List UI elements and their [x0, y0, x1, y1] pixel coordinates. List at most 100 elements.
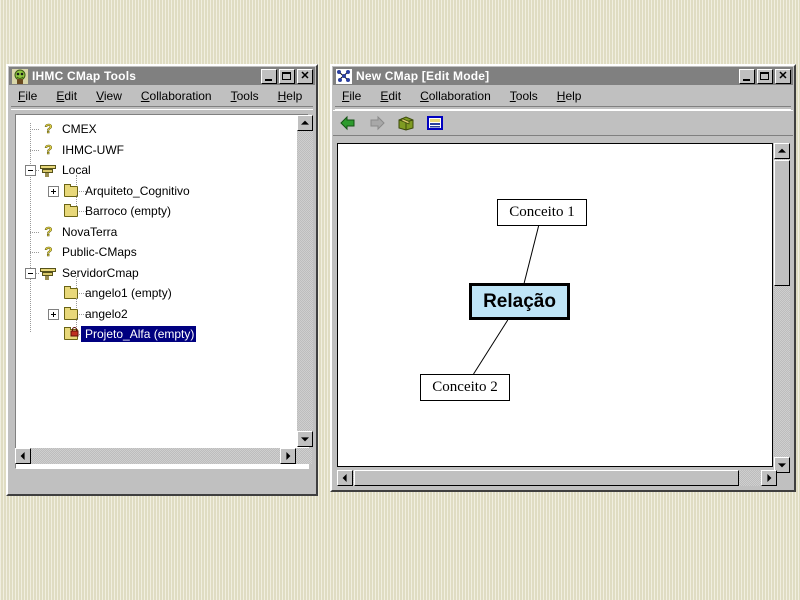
- left-tree-panel: ? CMEX? IHMC-UWF Local Arquiteto_Cognitivo Ba…: [15, 114, 309, 469]
- tree-item-label: Public-CMaps: [62, 245, 137, 259]
- ihmc-brain-icon: [12, 68, 28, 84]
- tree-horizontal-scrollbar[interactable]: [15, 448, 312, 464]
- left-window-inner: IHMC CMap Tools ✕ File Edit View Collaborat…: [8, 66, 316, 494]
- left-menu-file[interactable]: File: [18, 89, 37, 103]
- tree-connector-line: [30, 231, 39, 233]
- maximize-button[interactable]: [757, 68, 773, 84]
- node-label: Relação: [483, 290, 556, 312]
- maximize-button[interactable]: [279, 68, 295, 84]
- tree-expand-button[interactable]: [48, 308, 59, 320]
- tree-item[interactable]: ? NovaTerra: [40, 222, 117, 242]
- tree-vertical-scrollbar[interactable]: [297, 115, 313, 447]
- new-cmap-window[interactable]: New CMap [Edit Mode] ✕ File Edit Collabora…: [330, 64, 796, 492]
- canvas-vertical-scrollbar[interactable]: [774, 143, 790, 473]
- tree-item-label: angelo2: [85, 306, 128, 321]
- folder-icon: [63, 183, 80, 199]
- left-window-controls: ✕: [261, 68, 313, 84]
- question-place-icon: ?: [44, 223, 53, 239]
- folder-icon: [63, 306, 80, 322]
- tree-connector-line: [30, 129, 39, 130]
- tree-item[interactable]: Projeto_Alfa (empty): [63, 324, 197, 344]
- canvas-hscroll-thumb[interactable]: [354, 470, 739, 486]
- tree-scroll-up-button[interactable]: [297, 115, 313, 131]
- tree-vscroll-track[interactable]: [297, 115, 313, 447]
- back-arrow-icon[interactable]: [339, 114, 357, 132]
- tree-item[interactable]: ? Public-CMaps: [40, 242, 137, 262]
- tree-item[interactable]: ? CMEX: [40, 119, 97, 139]
- tree-expand-button[interactable]: [48, 185, 59, 197]
- left-menu-help[interactable]: Help: [278, 89, 303, 103]
- server-icon: [40, 265, 57, 281]
- minimize-button[interactable]: [261, 68, 277, 84]
- tree-connector-line: [30, 252, 39, 253]
- tree-scroll-right-button[interactable]: [280, 448, 296, 464]
- tree-collapse-button[interactable]: [25, 267, 36, 279]
- tree-item[interactable]: Local: [40, 160, 91, 180]
- left-titlebar[interactable]: IHMC CMap Tools ✕: [9, 67, 315, 85]
- question-place-icon: ?: [44, 121, 53, 137]
- left-menu-edit[interactable]: Edit: [56, 89, 77, 103]
- folder-locked-icon: [63, 326, 80, 342]
- right-menu-file[interactable]: File: [342, 89, 361, 103]
- close-button[interactable]: ✕: [297, 68, 313, 84]
- left-window-title: IHMC CMap Tools: [32, 69, 137, 83]
- left-menu-tools[interactable]: Tools: [231, 89, 259, 103]
- forward-arrow-icon: [368, 114, 386, 132]
- tree-item[interactable]: ? IHMC-UWF: [40, 140, 124, 160]
- tree-item-label: CMEX: [62, 122, 97, 136]
- linking-phrase-node[interactable]: Relação: [469, 283, 570, 320]
- folder-icon: [63, 203, 80, 219]
- tree-item-label: angelo1 (empty): [85, 286, 172, 300]
- cmap-toolbar[interactable]: [333, 110, 793, 136]
- right-menu-collaboration[interactable]: Collaboration: [420, 89, 491, 103]
- question-place-icon: ?: [44, 244, 53, 260]
- cmap-canvas[interactable]: Conceito 1 Relação Conceito 2: [337, 143, 773, 467]
- concept-node[interactable]: Conceito 2: [420, 374, 510, 401]
- tree-connector-line: [30, 149, 39, 151]
- canvas-scroll-left-button[interactable]: [337, 470, 353, 486]
- canvas-vscroll-thumb[interactable]: [774, 160, 790, 286]
- node-label: Conceito 2: [432, 379, 498, 395]
- tree-collapse-button[interactable]: [25, 165, 36, 176]
- minimize-button[interactable]: [739, 68, 755, 84]
- left-menu-collaboration[interactable]: Collaboration: [141, 89, 212, 103]
- canvas-scroll-up-button[interactable]: [774, 143, 790, 159]
- right-menubar[interactable]: File Edit Collaboration Tools Help: [333, 85, 793, 106]
- tree-item[interactable]: Barroco (empty): [63, 201, 171, 221]
- tree-item[interactable]: angelo2: [63, 304, 128, 324]
- tree-item[interactable]: angelo1 (empty): [63, 283, 172, 303]
- tree-item-label: IHMC-UWF: [62, 142, 124, 157]
- right-window-controls: ✕: [739, 68, 791, 84]
- package-box-icon[interactable]: [397, 114, 415, 132]
- right-titlebar[interactable]: New CMap [Edit Mode] ✕: [333, 67, 793, 85]
- tree-item-label: Projeto_Alfa (empty): [81, 326, 197, 342]
- cmap-node-layer[interactable]: Conceito 1 Relação Conceito 2: [338, 144, 772, 466]
- right-menu-help[interactable]: Help: [557, 89, 582, 103]
- tree-item-label: ServidorCmap: [62, 265, 139, 280]
- tree-scroll-left-button[interactable]: [15, 448, 31, 464]
- right-menu-tools[interactable]: Tools: [510, 89, 538, 103]
- cmap-places-tree[interactable]: ? CMEX? IHMC-UWF Local Arquiteto_Cognitivo Ba…: [16, 115, 308, 468]
- left-menu-separator: [11, 106, 313, 110]
- left-menu-view[interactable]: View: [96, 89, 122, 103]
- tree-scroll-down-button[interactable]: [297, 431, 313, 447]
- tree-hscroll-track[interactable]: [15, 448, 312, 464]
- canvas-scroll-right-button[interactable]: [761, 470, 777, 486]
- canvas-horizontal-scrollbar[interactable]: [337, 470, 777, 486]
- left-menubar[interactable]: File Edit View Collaboration Tools Help: [9, 85, 315, 106]
- concept-node[interactable]: Conceito 1: [497, 199, 587, 226]
- right-window-title: New CMap [Edit Mode]: [356, 69, 490, 83]
- right-menu-edit[interactable]: Edit: [380, 89, 401, 103]
- tree-trunk-line: [30, 123, 31, 332]
- node-label: Conceito 1: [509, 204, 575, 220]
- tree-item-label: Arquiteto_Cognitivo: [85, 183, 190, 198]
- question-place-icon: ?: [44, 141, 53, 157]
- list-view-icon[interactable]: [426, 114, 444, 132]
- tree-item-label: Barroco (empty): [85, 204, 172, 218]
- tree-item[interactable]: Arquiteto_Cognitivo: [63, 181, 190, 201]
- cmap-network-icon: [336, 68, 352, 84]
- tree-item[interactable]: ServidorCmap: [40, 263, 139, 283]
- ihmc-cmap-tools-window[interactable]: IHMC CMap Tools ✕ File Edit View Collaborat…: [6, 64, 318, 496]
- tree-item-label: NovaTerra: [62, 224, 118, 239]
- close-button[interactable]: ✕: [775, 68, 791, 84]
